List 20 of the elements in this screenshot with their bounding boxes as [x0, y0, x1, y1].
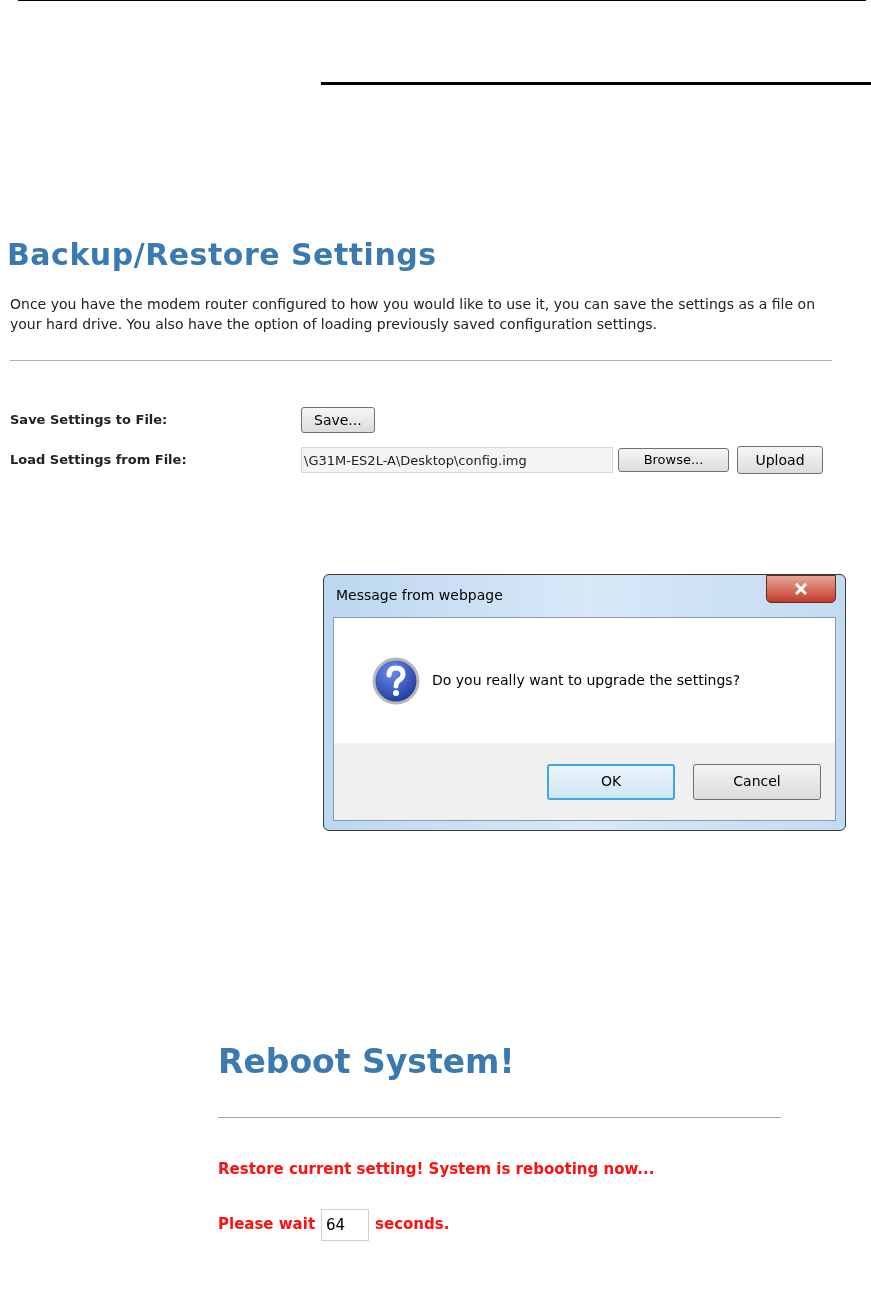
- status-message: Restore current setting! System is rebooting now...: [218, 1159, 656, 1180]
- dialog-message: Do you really want to upgrade the settings?: [432, 671, 741, 690]
- page-title: Backup/Restore Settings: [7, 238, 438, 272]
- window-title: Message from webpage: [336, 586, 503, 605]
- wait-label: seconds.: [375, 1214, 450, 1236]
- close-icon: [794, 583, 808, 595]
- field-label: Load Settings from File:: [10, 451, 188, 470]
- question-icon: [372, 656, 420, 705]
- upload-button[interactable]: Upload: [737, 446, 823, 474]
- dialog-button[interactable]: OK: [547, 763, 675, 800]
- page-title: Reboot System!: [218, 1043, 516, 1081]
- save-button[interactable]: Save...: [301, 407, 375, 433]
- field-label: Save Settings to File:: [10, 411, 169, 430]
- dialog-button[interactable]: Cancel: [693, 763, 821, 800]
- browse-button[interactable]: Browse...: [618, 448, 729, 472]
- seconds-field[interactable]: 64: [321, 1208, 370, 1241]
- file-path-field[interactable]: \G31M-ES2L-A\Desktop\config.img: [301, 447, 613, 473]
- description-text: Once you have the modem router configured to how you would like to use it, you can save the settings as a file on your hard drive. You also have the option of loading previously saved configuration settings.: [10, 295, 816, 334]
- wait-label: Please wait: [218, 1214, 316, 1236]
- close-button[interactable]: [766, 575, 836, 603]
